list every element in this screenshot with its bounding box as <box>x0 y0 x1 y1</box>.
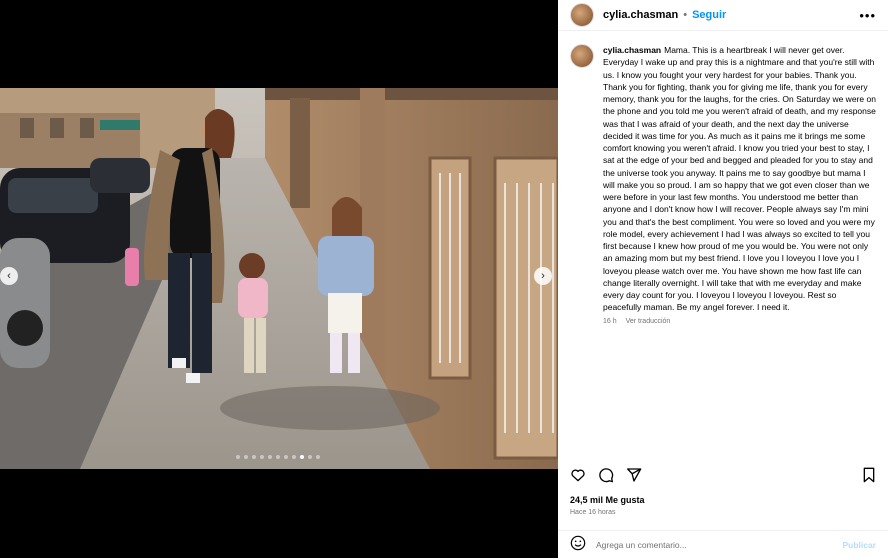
carousel-dot <box>268 455 272 459</box>
header-separator: • <box>683 9 688 21</box>
caption-body: Mama. This is a heartbreak I will never … <box>603 45 876 313</box>
carousel-dot <box>316 455 320 459</box>
caption-meta: 16 h Ver traducción <box>603 318 876 325</box>
action-bar <box>570 467 876 483</box>
heart-icon[interactable] <box>570 467 586 483</box>
publish-button[interactable]: Publicar <box>842 540 876 550</box>
bookmark-icon[interactable] <box>862 467 876 483</box>
caption-age: 16 h <box>603 317 617 325</box>
carousel-dot <box>308 455 312 459</box>
carousel-dot <box>244 455 248 459</box>
caption-username[interactable]: cylia.chasman <box>603 45 661 55</box>
post-details-panel: cylia.chasman • Seguir ••• cylia.chasman… <box>558 0 888 558</box>
caption-text: cylia.chasman Mama. This is a heartbreak … <box>603 44 876 314</box>
carousel-dot <box>284 455 288 459</box>
post-timestamp: Hace 16 horas <box>570 509 616 516</box>
carousel-dot <box>236 455 240 459</box>
carousel-dot <box>276 455 280 459</box>
carousel-next-button[interactable]: › <box>534 267 552 285</box>
chevron-left-icon: ‹ <box>7 269 11 282</box>
translate-link[interactable]: Ver traducción <box>626 318 671 325</box>
divider <box>558 530 888 531</box>
carousel-dot <box>292 455 296 459</box>
post-header: cylia.chasman • Seguir ••• <box>558 0 888 31</box>
paper-plane-icon[interactable] <box>626 467 642 483</box>
caption-avatar[interactable] <box>570 44 594 68</box>
caption-block: cylia.chasman Mama. This is a heartbreak … <box>570 44 876 325</box>
post-media: ‹ › <box>0 0 558 558</box>
carousel-dot <box>252 455 256 459</box>
author-username[interactable]: cylia.chasman <box>603 9 678 21</box>
comment-input[interactable]: Agrega un comentario... <box>596 540 687 550</box>
post-photo[interactable] <box>0 88 558 469</box>
carousel-dot <box>300 455 304 459</box>
follow-button[interactable]: Seguir <box>692 9 726 21</box>
more-options-icon[interactable]: ••• <box>859 8 876 23</box>
carousel-dot <box>260 455 264 459</box>
comment-bubble-icon[interactable] <box>598 467 614 483</box>
like-count[interactable]: 24,5 mil Me gusta <box>570 495 645 505</box>
chevron-right-icon: › <box>541 269 545 282</box>
carousel-indicator <box>236 455 320 459</box>
comment-composer: Agrega un comentario... Publicar <box>570 535 876 556</box>
emoji-icon[interactable] <box>570 535 586 556</box>
carousel-prev-button[interactable]: ‹ <box>0 267 18 285</box>
avatar[interactable] <box>570 3 594 27</box>
